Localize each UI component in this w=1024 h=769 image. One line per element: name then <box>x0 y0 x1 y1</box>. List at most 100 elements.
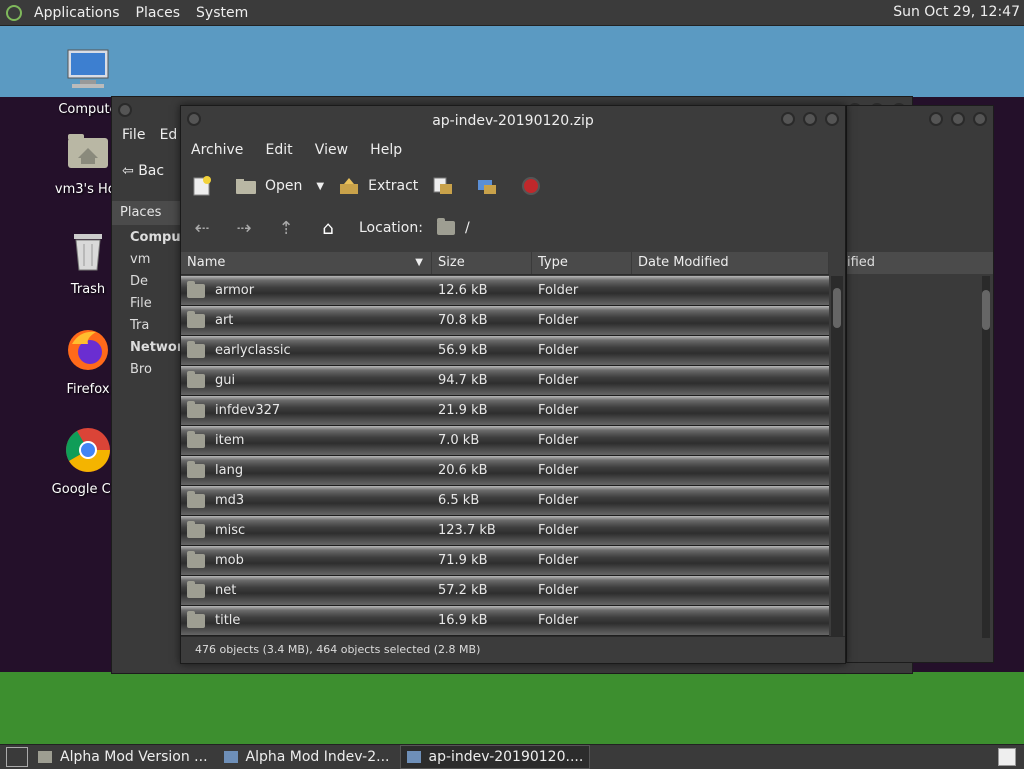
task-button-active[interactable]: ap-indev-20190120.... <box>399 745 591 769</box>
minimize-button[interactable] <box>929 112 943 126</box>
cell-type: Folder <box>538 463 579 478</box>
task-button[interactable]: Alpha Mod Version ... <box>32 746 214 768</box>
folder-icon <box>187 370 205 388</box>
cell-size: 94.7 kB <box>438 373 488 388</box>
task-button[interactable]: Alpha Mod Indev-2... <box>218 746 396 768</box>
computer-icon <box>67 49 109 88</box>
sidebar-item-home[interactable]: vm <box>112 249 182 271</box>
table-row[interactable]: lang 20.6 kB Folder <box>181 456 829 486</box>
sidebar-item-desktop[interactable]: De <box>112 271 182 293</box>
table-row[interactable]: gui 94.7 kB Folder <box>181 366 829 396</box>
wallpaper-bottom <box>0 672 1024 744</box>
cell-size: 123.7 kB <box>438 523 496 538</box>
cell-name: lang <box>181 460 432 478</box>
table-row[interactable]: title 16.9 kB Folder <box>181 606 829 636</box>
workspace-switcher[interactable] <box>998 748 1016 766</box>
menu-system[interactable]: System <box>188 5 256 21</box>
back-arrow-icon: ⇦ <box>122 163 139 179</box>
toolbar: Open ▼ Extract <box>181 168 845 204</box>
chrome-icon <box>66 428 110 472</box>
cell-type: Folder <box>538 343 579 358</box>
menu-archive[interactable]: Archive <box>191 142 243 158</box>
table-row[interactable]: art 70.8 kB Folder <box>181 306 829 336</box>
window-menu-button[interactable] <box>118 103 132 117</box>
up-arrow-icon[interactable]: ⇡ <box>275 218 297 239</box>
cell-size: 6.5 kB <box>438 493 480 508</box>
scrollbar[interactable] <box>982 276 990 638</box>
table-row[interactable]: armor 12.6 kB Folder <box>181 276 829 306</box>
maximize-button[interactable] <box>951 112 965 126</box>
scrollbar-thumb[interactable] <box>833 288 841 328</box>
cell-name: misc <box>181 520 432 538</box>
column-header-size[interactable]: Size <box>432 252 532 274</box>
cell-size: 71.9 kB <box>438 553 488 568</box>
folder-icon <box>187 490 205 508</box>
table-row[interactable]: item 7.0 kB Folder <box>181 426 829 456</box>
sidebar-item-browse-network[interactable]: Bro <box>112 359 182 381</box>
archive-manager-window[interactable]: ap-indev-20190120.zip Archive Edit View … <box>180 105 846 664</box>
forward-arrow-icon[interactable]: ⇢ <box>233 218 255 239</box>
menu-places[interactable]: Places <box>128 5 189 21</box>
cell-type: Folder <box>538 313 579 328</box>
folder-icon <box>38 751 52 763</box>
folder-icon <box>187 520 205 538</box>
add-files-button[interactable] <box>432 176 462 196</box>
window-controls <box>118 103 132 117</box>
table-row[interactable]: infdev327 21.9 kB Folder <box>181 396 829 426</box>
open-button[interactable]: Open ▼ <box>235 176 324 196</box>
cell-size: 12.6 kB <box>438 283 488 298</box>
home-icon[interactable]: ⌂ <box>317 218 339 239</box>
top-panel: Applications Places System Sun Oct 29, 1… <box>0 0 1024 26</box>
cell-type: Folder <box>538 493 579 508</box>
second-window[interactable]: ified <box>846 105 994 663</box>
panel-clock[interactable]: Sun Oct 29, 12:47 <box>893 4 1020 20</box>
new-archive-icon <box>193 176 211 196</box>
window-title: ap-indev-20190120.zip <box>432 113 594 129</box>
folder-icon <box>187 310 205 328</box>
location-path[interactable]: / <box>436 218 470 236</box>
cell-size: 56.9 kB <box>438 343 488 358</box>
close-button[interactable] <box>973 112 987 126</box>
show-desktop-button[interactable] <box>6 747 28 767</box>
table-row[interactable]: net 57.2 kB Folder <box>181 576 829 606</box>
cell-size: 21.9 kB <box>438 403 488 418</box>
sidebar: Comput vm De File Tra Networ Bro <box>112 227 182 381</box>
sidebar-item-trash[interactable]: Tra <box>112 315 182 337</box>
menu-applications[interactable]: Applications <box>26 5 128 21</box>
cell-size: 57.2 kB <box>438 583 488 598</box>
cell-name: md3 <box>181 490 432 508</box>
sidebar-places-dropdown[interactable]: Places <box>112 201 190 225</box>
menu-help[interactable]: Help <box>370 142 402 158</box>
column-header-type[interactable]: Type <box>532 252 632 274</box>
new-archive-button[interactable] <box>191 176 221 196</box>
cell-name: armor <box>181 280 432 298</box>
distro-logo-icon[interactable] <box>6 4 22 21</box>
column-header-name[interactable]: Name ▼ <box>181 252 432 274</box>
menu-view[interactable]: View <box>315 142 348 158</box>
column-header-fragment[interactable]: ified <box>847 252 993 274</box>
menu-edit[interactable]: Edit <box>266 142 293 158</box>
folder-icon <box>187 550 205 568</box>
extract-button[interactable]: Extract <box>338 176 418 196</box>
table-row[interactable]: mob 71.9 kB Folder <box>181 546 829 576</box>
sidebar-header-network: Networ <box>130 340 182 355</box>
back-arrow-icon[interactable]: ⇠ <box>191 218 213 239</box>
cell-name: net <box>181 580 432 598</box>
table-row[interactable]: misc 123.7 kB Folder <box>181 516 829 546</box>
add-folder-button[interactable] <box>476 176 506 196</box>
table-row[interactable]: md3 6.5 kB Folder <box>181 486 829 516</box>
open-dropdown-arrow-icon[interactable]: ▼ <box>316 181 324 192</box>
folder-icon <box>187 460 205 478</box>
extract-icon <box>340 178 359 194</box>
scrollbar-thumb[interactable] <box>982 290 990 330</box>
table-row[interactable]: earlyclassic 56.9 kB Folder <box>181 336 829 366</box>
menu-edit[interactable]: Ed <box>160 127 178 143</box>
stop-button[interactable] <box>520 176 550 196</box>
column-header-date-modified[interactable]: Date Modified <box>632 252 829 274</box>
sidebar-item-filesystem[interactable]: File <box>112 293 182 315</box>
cell-size: 7.0 kB <box>438 433 480 448</box>
add-folder-icon <box>478 180 497 194</box>
back-button[interactable]: ⇦ Bac <box>122 163 164 179</box>
menu-file[interactable]: File <box>122 127 145 143</box>
scrollbar[interactable] <box>831 276 843 636</box>
